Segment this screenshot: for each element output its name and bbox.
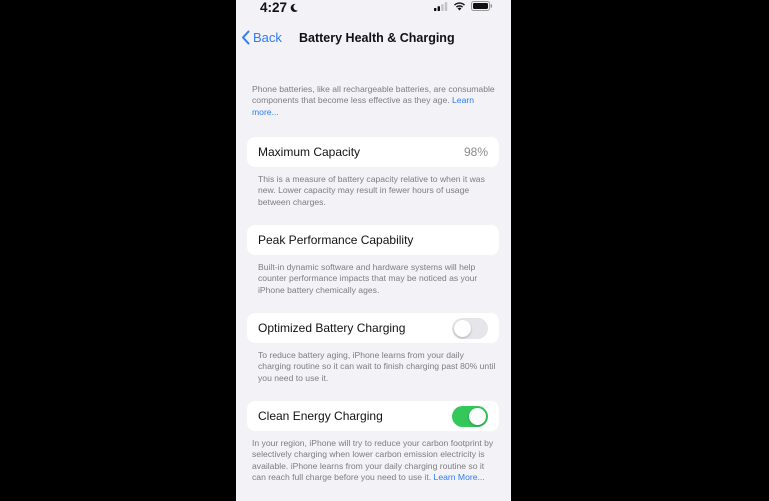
clean-energy-toggle[interactable]	[452, 405, 488, 427]
moon-icon	[290, 3, 299, 12]
peak-performance-footnote: Built-in dynamic software and hardware s…	[258, 262, 478, 295]
battery-icon	[471, 1, 493, 11]
page-title: Battery Health & Charging	[299, 31, 455, 45]
optimized-charging-row: Optimized Battery Charging	[247, 313, 499, 343]
clean-energy-learn-more-link[interactable]: Learn More...	[434, 472, 485, 482]
clean-energy-label: Clean Energy Charging	[258, 409, 383, 423]
toggle-knob	[469, 407, 486, 425]
clean-energy-footnote: In your region, iPhone will try to reduc…	[252, 438, 496, 483]
back-button[interactable]: Back	[241, 30, 282, 45]
status-time: 4:27	[260, 0, 299, 15]
status-time-text: 4:27	[260, 0, 288, 15]
status-icons	[434, 1, 493, 11]
intro-text: Phone batteries, like all rechargeable b…	[252, 84, 496, 118]
toggle-knob	[454, 319, 471, 337]
maximum-capacity-row: Maximum Capacity 98%	[247, 137, 499, 167]
phone-screen: 4:27 Back Battery Health & Charging Phon…	[236, 0, 511, 501]
cellular-signal-icon	[434, 1, 448, 11]
optimized-charging-footnote: To reduce battery aging, iPhone learns f…	[258, 350, 496, 383]
optimized-charging-toggle[interactable]	[452, 317, 488, 339]
back-label: Back	[253, 30, 282, 45]
chevron-left-icon	[242, 30, 250, 45]
peak-performance-row: Peak Performance Capability	[247, 225, 499, 255]
clean-energy-row: Clean Energy Charging	[247, 401, 499, 431]
maximum-capacity-label: Maximum Capacity	[258, 145, 361, 159]
navigation-bar: Back Battery Health & Charging	[236, 28, 511, 50]
maximum-capacity-value: 98%	[463, 145, 488, 159]
peak-performance-label: Peak Performance Capability	[258, 233, 414, 247]
optimized-charging-label: Optimized Battery Charging	[258, 321, 406, 335]
wifi-icon	[454, 2, 465, 11]
maximum-capacity-footnote: This is a measure of battery capacity re…	[258, 174, 485, 207]
